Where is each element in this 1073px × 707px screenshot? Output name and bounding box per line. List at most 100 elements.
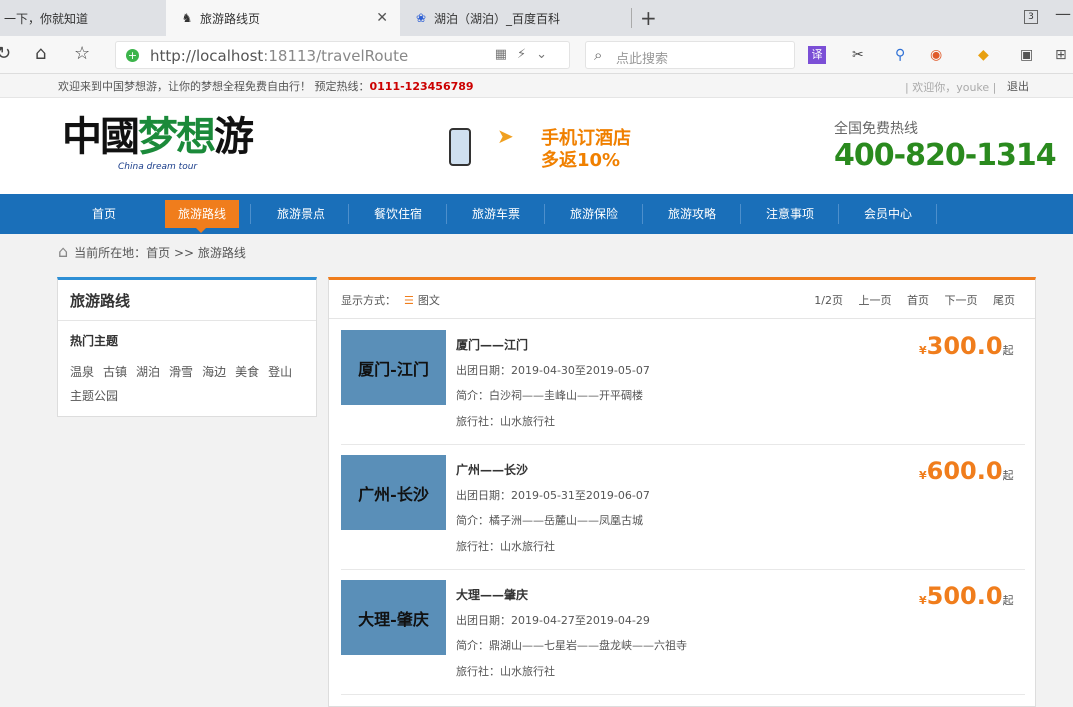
- site-top-bar: 欢迎来到中国梦想游，让你的梦想全程免费自由行！ 预定热线：0111-123456…: [0, 74, 1073, 98]
- extension-icon[interactable]: ▣: [1020, 46, 1033, 64]
- route-thumbnail[interactable]: 厦门-江门: [341, 330, 446, 405]
- hotline-label: 全国免费热线: [834, 121, 918, 137]
- nav-divider: [936, 204, 937, 224]
- tab-divider: [631, 8, 632, 28]
- page-info: 1/2页: [814, 294, 843, 307]
- route-item[interactable]: 大理-肇庆 大理——肇庆 出团日期：2019-04-27至2019-04-29 …: [341, 570, 1025, 695]
- nav-member[interactable]: 会员中心: [839, 194, 937, 234]
- translate-icon[interactable]: 译: [808, 46, 826, 64]
- url-text: http://localhost:18113/travelRoute: [150, 47, 409, 65]
- route-title[interactable]: 厦门——江门: [456, 336, 528, 353]
- nav-home[interactable]: 首页: [55, 194, 153, 234]
- first-page-link[interactable]: 首页: [907, 294, 929, 307]
- phone-icon: [449, 128, 471, 166]
- tab-travel-route[interactable]: ♞ 旅游路线页 ✕: [166, 0, 400, 36]
- nav-tickets[interactable]: 旅游车票: [447, 194, 545, 234]
- route-item[interactable]: 厦门-江门 厦门——江门 出团日期：2019-04-30至2019-05-07 …: [341, 320, 1025, 445]
- route-price: ¥300.0起: [919, 332, 1014, 360]
- theme-tag[interactable]: 美食: [235, 360, 259, 384]
- route-title[interactable]: 广州——长沙: [456, 461, 528, 478]
- pager: 1/2页 上一页 首页 下一页 尾页: [802, 292, 1015, 308]
- nav-insurance[interactable]: 旅游保险: [545, 194, 643, 234]
- route-intro: 简介：白沙祠——圭峰山——开平碉楼: [456, 389, 643, 402]
- search-box[interactable]: ⌕ 点此搜索: [585, 41, 795, 69]
- route-price: ¥600.0起: [919, 457, 1014, 485]
- logout-link[interactable]: 退出: [1007, 78, 1029, 94]
- reload-icon[interactable]: ↻: [0, 44, 11, 64]
- theme-tag[interactable]: 海边: [202, 360, 226, 384]
- theme-tag[interactable]: 主题公园: [70, 384, 118, 408]
- route-thumbnail[interactable]: 大理-肇庆: [341, 580, 446, 655]
- main-nav: 首页 旅游路线 旅游景点 餐饮住宿 旅游车票 旅游保险 旅游攻略 注意事项 会员…: [0, 194, 1073, 234]
- browser-toolbar: ↻ ⌂ ☆ + http://localhost:18113/travelRou…: [0, 36, 1073, 74]
- view-mode-value[interactable]: 图文: [418, 294, 440, 307]
- search-placeholder: 点此搜索: [616, 52, 669, 67]
- magnifier-icon[interactable]: ⚲: [895, 46, 905, 64]
- paper-plane-icon: ➤: [497, 124, 514, 148]
- route-date: 出团日期：2019-05-31至2019-06-07: [456, 489, 650, 502]
- route-price: ¥500.0起: [919, 582, 1014, 610]
- breadcrumb: ⌂ 当前所在地：首页 >> 旅游路线: [58, 242, 246, 261]
- minimize-icon[interactable]: —: [1055, 4, 1071, 23]
- theme-tag[interactable]: 登山: [268, 360, 292, 384]
- sidebar-title: 旅游路线: [70, 292, 131, 310]
- horse-icon: ♞: [181, 11, 193, 25]
- paw-icon: ❀: [415, 11, 427, 25]
- next-page-link[interactable]: 下一页: [945, 294, 978, 307]
- tab-title: 旅游路线页: [200, 11, 261, 26]
- new-tab-icon[interactable]: +: [640, 6, 657, 30]
- route-item[interactable]: 广州-长沙 广州——长沙 出团日期：2019-05-31至2019-06-07 …: [341, 445, 1025, 570]
- tab-count-badge[interactable]: 3: [1024, 10, 1038, 24]
- prev-page-link[interactable]: 上一页: [859, 294, 892, 307]
- nav-divider: [250, 204, 251, 224]
- tab-title: 一下，你就知道: [4, 11, 89, 26]
- hotel-promo-banner[interactable]: ➤ 手机订酒店 多返10%: [445, 122, 645, 172]
- star-icon[interactable]: ☆: [74, 44, 90, 64]
- sidebar-panel: 旅游路线 热门主题 温泉 古镇 湖泊 滑雪 海边 美食 登山主题公园: [57, 277, 317, 417]
- home-icon[interactable]: ⌂: [35, 44, 46, 64]
- list-icon[interactable]: ☰: [404, 294, 414, 307]
- nav-notes[interactable]: 注意事项: [741, 194, 839, 234]
- promo-line-1: 手机订酒店: [541, 128, 631, 149]
- route-title[interactable]: 大理——肇庆: [456, 586, 528, 603]
- user-greeting: | 欢迎你，youke |: [905, 81, 997, 94]
- promo-line-2: 多返10%: [541, 150, 621, 171]
- theme-tag[interactable]: 湖泊: [136, 360, 160, 384]
- home-icon: ⌂: [58, 242, 69, 261]
- route-intro: 简介：橘子洲——岳麓山——凤凰古城: [456, 514, 643, 527]
- coin-icon[interactable]: ◆: [978, 46, 989, 64]
- route-list-panel: 显示方式： ☰ 图文 1/2页 上一页 首页 下一页 尾页 厦门-江门 厦门——江门…: [328, 277, 1036, 707]
- route-intro: 简介：鼎湖山——七星岩——盘龙峡——六祖寺: [456, 639, 687, 652]
- active-indicator: [196, 228, 206, 233]
- tab-baike[interactable]: ❀ 湖泊（湖泊）_百度百科: [400, 0, 630, 36]
- content-divider: [329, 318, 1035, 319]
- site-logo[interactable]: 中國梦想游 China dream tour: [62, 114, 262, 178]
- route-date: 出团日期：2019-04-30至2019-05-07: [456, 364, 650, 377]
- sidebar-divider: [58, 320, 316, 321]
- booking-hotline: 0111-123456789: [369, 80, 474, 93]
- scissors-icon[interactable]: ✂: [852, 46, 864, 64]
- last-page-link[interactable]: 尾页: [993, 294, 1015, 307]
- nav-travel-route[interactable]: 旅游路线: [165, 200, 239, 228]
- game-icon[interactable]: ◉: [930, 46, 942, 64]
- apps-grid-icon[interactable]: ⊞: [1055, 46, 1067, 64]
- tab-title: 湖泊（湖泊）_百度百科: [434, 11, 561, 26]
- address-actions[interactable]: ▦⚡⌄: [495, 47, 557, 62]
- logo-subtitle: China dream tour: [118, 162, 198, 172]
- route-date: 出团日期：2019-04-27至2019-04-29: [456, 614, 650, 627]
- tab-baidu[interactable]: 一下，你就知道: [0, 0, 166, 36]
- close-icon[interactable]: ✕: [376, 10, 388, 26]
- theme-tag[interactable]: 滑雪: [169, 360, 193, 384]
- search-icon: ⌕: [594, 46, 603, 64]
- theme-tag[interactable]: 温泉: [70, 360, 94, 384]
- route-agency: 旅行社：山水旅行社: [456, 665, 555, 678]
- nav-guide[interactable]: 旅游攻略: [643, 194, 741, 234]
- nav-attractions[interactable]: 旅游景点: [252, 194, 350, 234]
- view-mode: 显示方式： ☰ 图文: [341, 294, 440, 307]
- address-bar[interactable]: + http://localhost:18113/travelRoute ▦⚡⌄: [115, 41, 570, 69]
- theme-tag[interactable]: 古镇: [103, 360, 127, 384]
- route-thumbnail[interactable]: 广州-长沙: [341, 455, 446, 530]
- route-agency: 旅行社：山水旅行社: [456, 415, 555, 428]
- theme-tags: 温泉 古镇 湖泊 滑雪 海边 美食 登山主题公园: [70, 360, 310, 408]
- nav-dining[interactable]: 餐饮住宿: [349, 194, 447, 234]
